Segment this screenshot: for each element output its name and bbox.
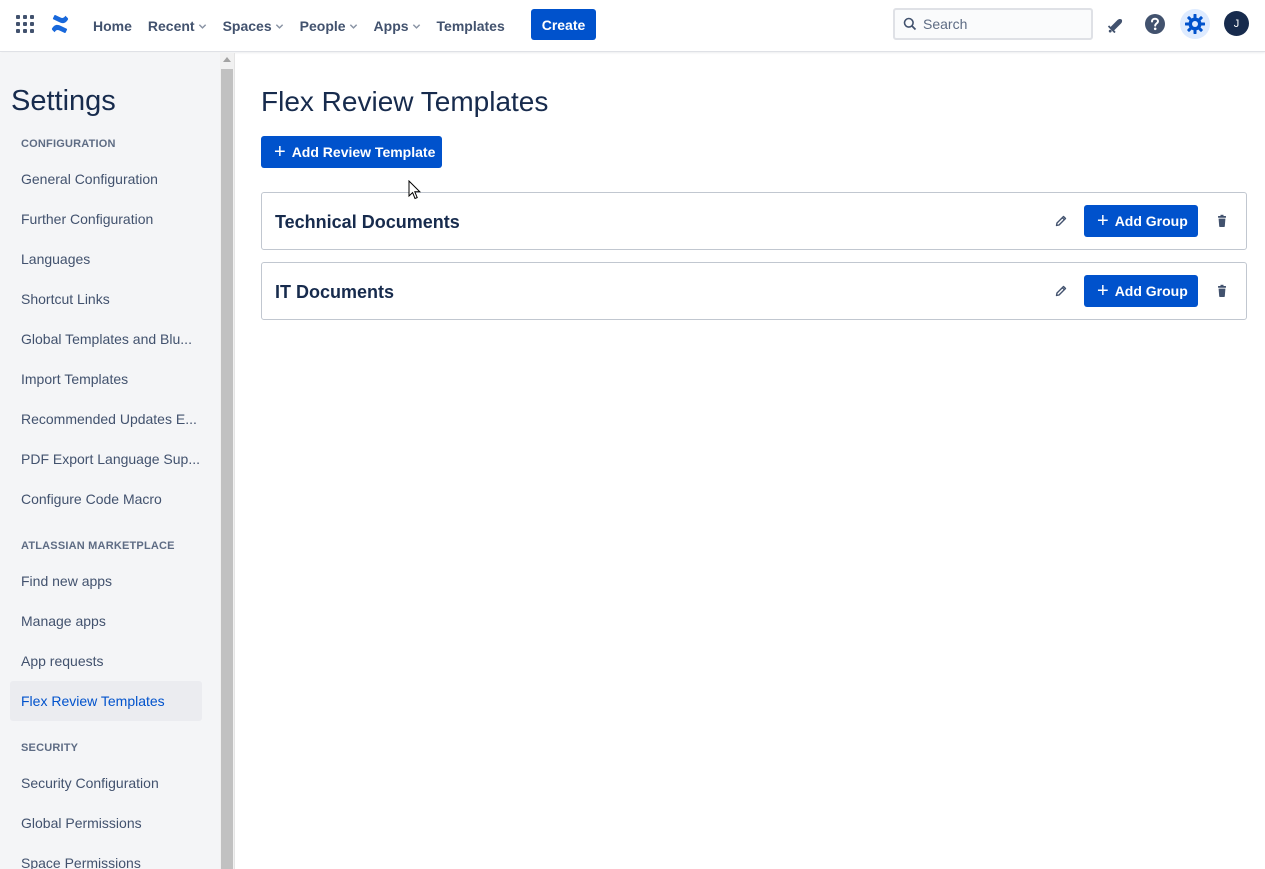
nav-templates-label: Templates	[436, 18, 505, 34]
nav-apps[interactable]: Apps	[366, 10, 429, 42]
add-group-label: Add Group	[1114, 283, 1188, 299]
template-name: Technical Documents	[275, 212, 460, 232]
sidebar-item-global-permissions[interactable]: Global Permissions	[10, 803, 202, 843]
sidebar-item-configure-code-macro[interactable]: Configure Code Macro	[10, 479, 202, 519]
scroll-up-arrow-icon[interactable]	[223, 57, 231, 62]
sidebar-item-import-templates[interactable]: Import Templates	[10, 359, 202, 399]
sidebar-section-configuration: CONFIGURATION	[21, 138, 116, 150]
settings-button[interactable]	[1180, 9, 1210, 39]
add-group-button[interactable]: + Add Group	[1084, 205, 1198, 237]
nav-templates[interactable]: Templates	[429, 10, 513, 42]
notifications-button[interactable]	[1101, 10, 1129, 38]
sidebar-scrollbar[interactable]	[220, 53, 235, 869]
settings-sidebar: Settings CONFIGURATION General Configura…	[0, 53, 220, 869]
app-switcher-grid-icon[interactable]	[16, 15, 34, 33]
page-title: Flex Review Templates	[261, 86, 549, 117]
search-box[interactable]	[893, 8, 1093, 40]
trash-icon[interactable]	[1214, 213, 1230, 229]
nav-people[interactable]: People	[292, 10, 366, 42]
nav-spaces[interactable]: Spaces	[215, 10, 292, 42]
add-review-template-label: Add Review Template	[291, 144, 436, 160]
add-review-template-button[interactable]: + Add Review Template	[261, 136, 442, 168]
sidebar-item-shortcut-links[interactable]: Shortcut Links	[10, 279, 202, 319]
nav-recent-label: Recent	[147, 18, 195, 34]
nav-home[interactable]: Home	[85, 10, 140, 42]
plus-icon: +	[1097, 280, 1109, 302]
mouse-cursor-icon	[408, 180, 422, 200]
help-button[interactable]	[1141, 10, 1169, 38]
top-navigation: Home Recent Spaces People Apps Templates…	[0, 0, 1265, 52]
sidebar-item-pdf-export-language[interactable]: PDF Export Language Sup...	[10, 439, 202, 479]
add-group-button[interactable]: + Add Group	[1084, 275, 1198, 307]
chevron-down-icon	[349, 23, 357, 29]
nav-recent[interactable]: Recent	[140, 10, 215, 42]
add-group-label: Add Group	[1114, 213, 1188, 229]
gear-icon	[1185, 14, 1205, 34]
pencil-edit-icon[interactable]	[1053, 213, 1069, 229]
avatar[interactable]: J	[1224, 11, 1249, 36]
sidebar-item-app-requests[interactable]: App requests	[10, 641, 202, 681]
sidebar-item-security-configuration[interactable]: Security Configuration	[10, 763, 202, 803]
chevron-down-icon	[275, 23, 283, 29]
sidebar-section-security: SECURITY	[21, 742, 79, 754]
sidebar-item-recommended-updates[interactable]: Recommended Updates E...	[10, 399, 202, 439]
template-name: IT Documents	[275, 282, 395, 302]
confluence-logo-icon[interactable]	[50, 14, 70, 34]
scrollbar-thumb[interactable]	[221, 69, 233, 869]
sidebar-item-find-new-apps[interactable]: Find new apps	[10, 561, 202, 601]
nav-home-label: Home	[93, 18, 132, 34]
pencil-edit-icon[interactable]	[1053, 283, 1069, 299]
search-icon	[903, 17, 917, 31]
sidebar-title: Settings	[11, 85, 116, 117]
sidebar-item-space-permissions[interactable]: Space Permissions	[10, 843, 202, 869]
chevron-down-icon	[198, 23, 206, 29]
help-icon	[1145, 14, 1165, 34]
nav-people-label: People	[299, 18, 346, 34]
sidebar-item-general-configuration[interactable]: General Configuration	[10, 159, 202, 199]
plus-icon: +	[274, 141, 286, 163]
primary-nav: Home Recent Spaces People Apps Templates	[85, 0, 513, 52]
trash-icon[interactable]	[1214, 283, 1230, 299]
template-card: IT Documents + Add Group	[261, 262, 1247, 320]
sidebar-item-global-templates[interactable]: Global Templates and Blu...	[10, 319, 202, 359]
sidebar-item-flex-review-templates[interactable]: Flex Review Templates	[10, 681, 202, 721]
chevron-down-icon	[412, 23, 420, 29]
sidebar-item-languages[interactable]: Languages	[10, 239, 202, 279]
sidebar-section-marketplace: ATLASSIAN MARKETPLACE	[21, 540, 175, 552]
plus-icon: +	[1097, 210, 1109, 232]
search-input[interactable]	[923, 16, 1083, 32]
nav-apps-label: Apps	[373, 18, 409, 34]
sidebar-item-manage-apps[interactable]: Manage apps	[10, 601, 202, 641]
sidebar-item-further-configuration[interactable]: Further Configuration	[10, 199, 202, 239]
nav-spaces-label: Spaces	[222, 18, 272, 34]
template-card: Technical Documents + Add Group	[261, 192, 1247, 250]
notification-bell-icon	[1107, 18, 1123, 33]
create-button[interactable]: Create	[531, 9, 596, 40]
